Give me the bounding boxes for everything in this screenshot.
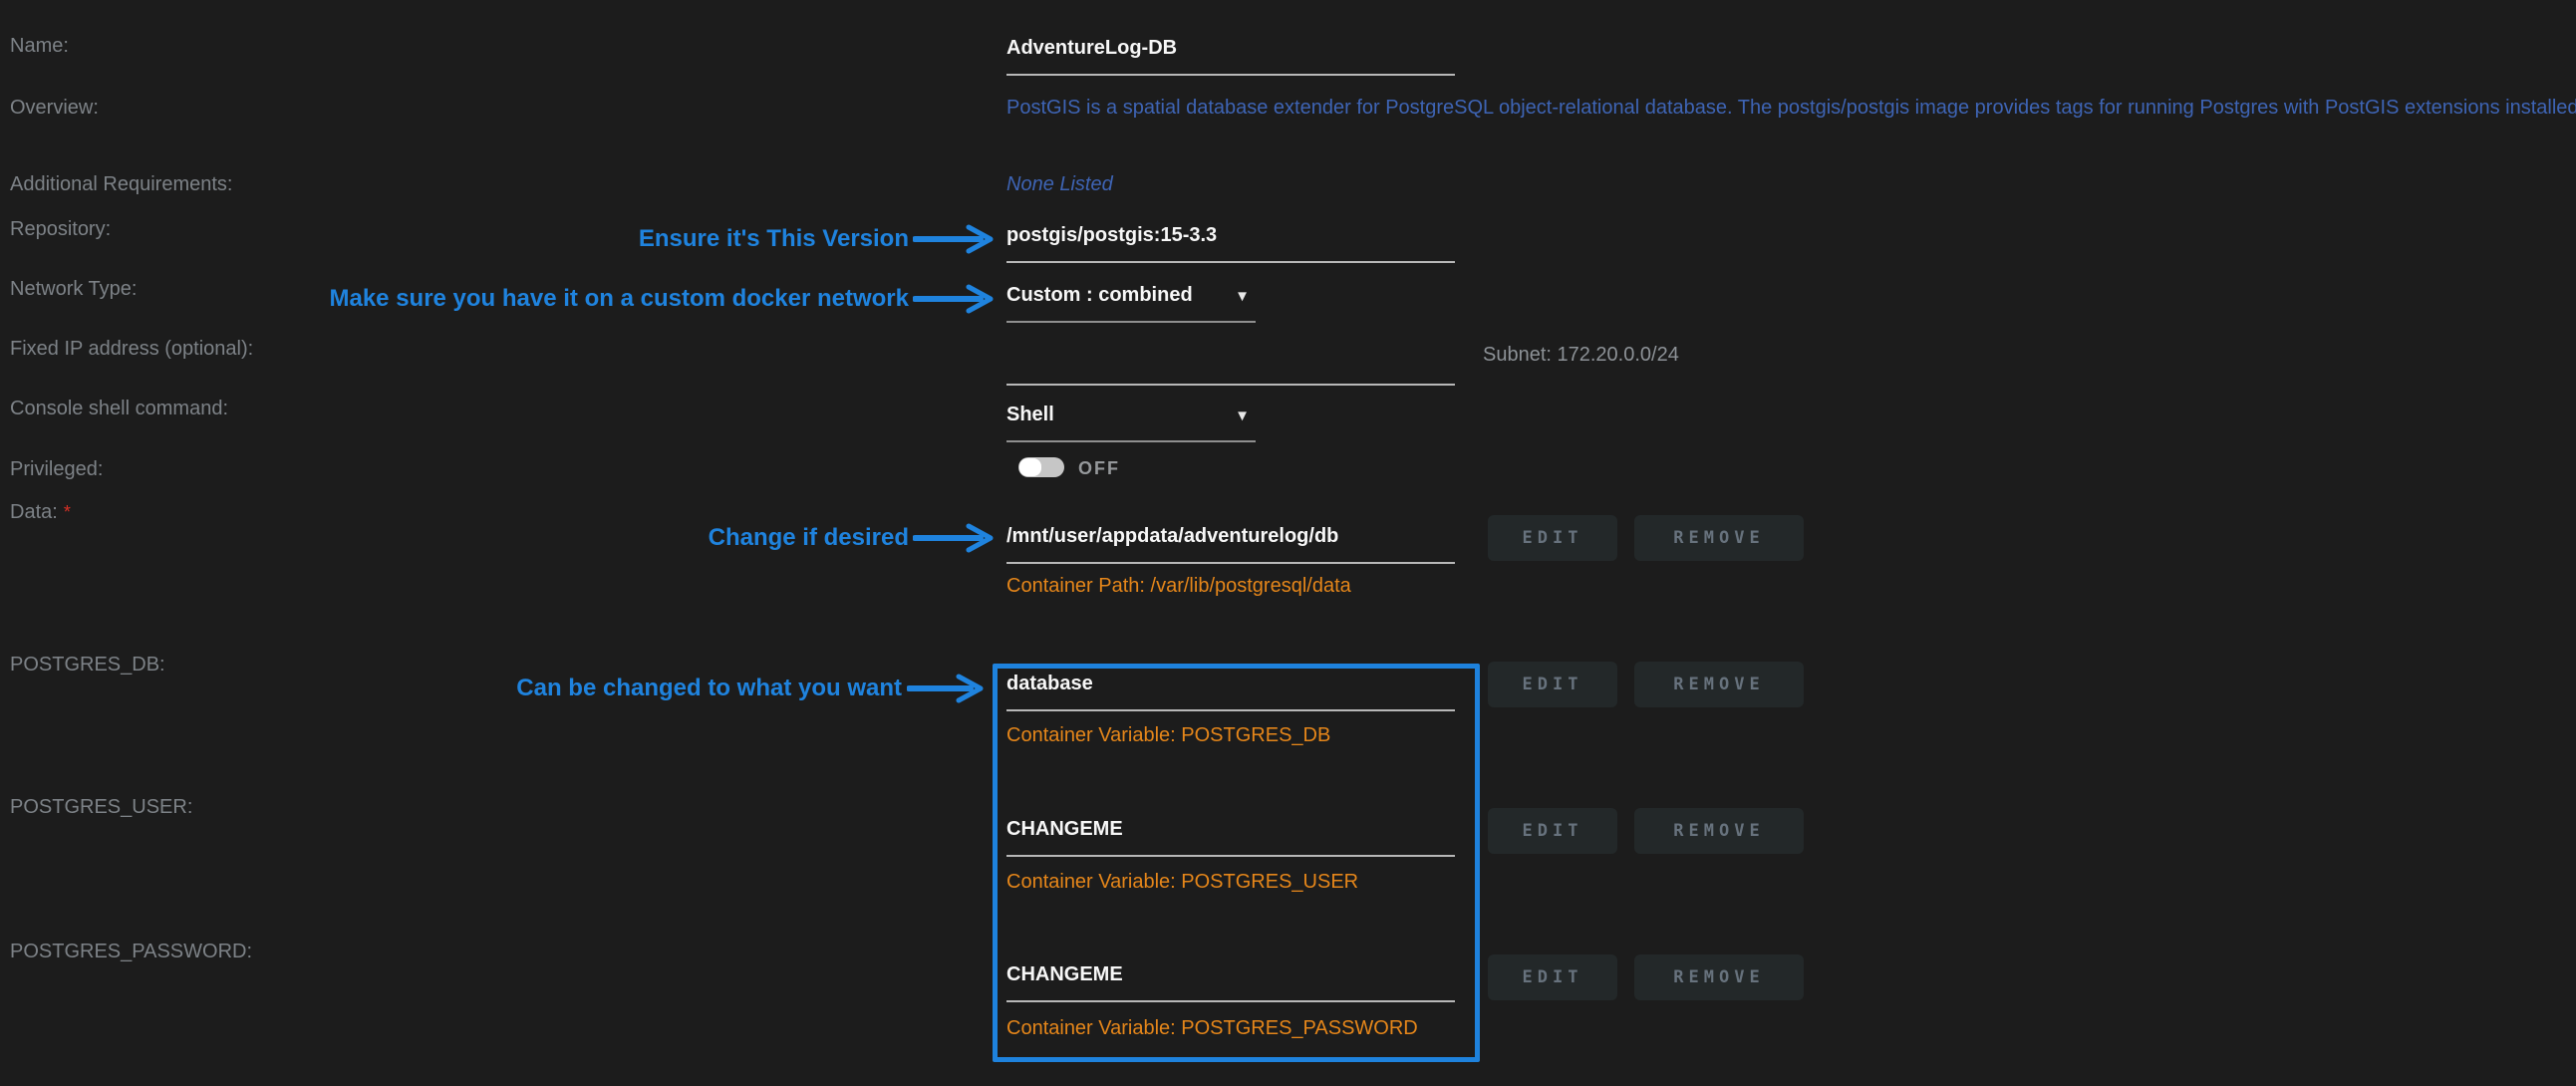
- annotation-arrow-icon: [913, 224, 1004, 254]
- name-label: Name:: [10, 34, 69, 58]
- postgres-password-remove-button[interactable]: REMOVE: [1634, 954, 1804, 1000]
- docker-template-settings-page: Name: Overview: Additional Requirements:…: [0, 0, 2576, 1086]
- annotation-arrow-icon: [913, 284, 1004, 314]
- privileged-toggle[interactable]: [1018, 457, 1064, 477]
- postgres-db-remove-button[interactable]: REMOVE: [1634, 662, 1804, 707]
- privileged-label: Privileged:: [10, 457, 103, 481]
- annotation-change-if-desired: Change if desired: [709, 524, 909, 552]
- console-shell-select[interactable]: Shell ▼: [1006, 403, 1256, 442]
- data-label: Data:*: [10, 500, 71, 524]
- repository-input[interactable]: postgis/postgis:15-3.3: [1006, 223, 1455, 263]
- console-shell-command-label: Console shell command:: [10, 397, 228, 420]
- additional-requirements-value: None Listed: [1006, 172, 1113, 196]
- postgres-db-input[interactable]: database: [1006, 672, 1455, 711]
- required-asterisk: *: [64, 502, 71, 522]
- postgres-user-remove-button[interactable]: REMOVE: [1634, 808, 1804, 854]
- postgres-db-label: POSTGRES_DB:: [10, 653, 165, 677]
- subnet-note: Subnet: 172.20.0.0/24: [1483, 343, 1679, 367]
- fixed-ip-input[interactable]: [1006, 346, 1455, 386]
- postgres-db-value: database: [1006, 672, 1455, 695]
- repository-value: postgis/postgis:15-3.3: [1006, 223, 1455, 247]
- annotation-arrow-icon: [913, 523, 1004, 553]
- postgres-password-value: CHANGEME: [1006, 962, 1455, 986]
- network-type-value: Custom : combined: [1006, 283, 1256, 307]
- postgres-user-container-variable-note: Container Variable: POSTGRES_USER: [1006, 870, 1358, 894]
- data-path-value: /mnt/user/appdata/adventurelog/db: [1006, 524, 1455, 548]
- annotation-custom-network: Make sure you have it on a custom docker…: [329, 285, 909, 313]
- annotation-ensure-version: Ensure it's This Version: [639, 225, 909, 253]
- chevron-down-icon: ▼: [1235, 289, 1250, 304]
- postgres-password-edit-button[interactable]: EDIT: [1488, 954, 1617, 1000]
- postgres-db-edit-button[interactable]: EDIT: [1488, 662, 1617, 707]
- repository-label: Repository:: [10, 217, 111, 241]
- postgres-password-container-variable-note: Container Variable: POSTGRES_PASSWORD: [1006, 1016, 1418, 1040]
- additional-requirements-label: Additional Requirements:: [10, 172, 232, 196]
- console-shell-value: Shell: [1006, 403, 1256, 426]
- overview-text: PostGIS is a spatial database extender f…: [1006, 96, 2576, 120]
- postgres-user-edit-button[interactable]: EDIT: [1488, 808, 1617, 854]
- postgres-db-container-variable-note: Container Variable: POSTGRES_DB: [1006, 723, 1330, 747]
- data-remove-button[interactable]: REMOVE: [1634, 515, 1804, 561]
- name-value: AdventureLog-DB: [1006, 36, 1455, 60]
- postgres-user-label: POSTGRES_USER:: [10, 795, 192, 819]
- data-container-path-note: Container Path: /var/lib/postgresql/data: [1006, 574, 1351, 598]
- chevron-down-icon: ▼: [1235, 408, 1250, 423]
- fixed-ip-label: Fixed IP address (optional):: [10, 337, 253, 361]
- toggle-knob: [1019, 458, 1041, 476]
- annotation-can-be-changed: Can be changed to what you want: [516, 675, 902, 702]
- annotation-arrow-icon: [907, 674, 995, 703]
- network-type-label: Network Type:: [10, 277, 137, 301]
- postgres-user-value: CHANGEME: [1006, 817, 1455, 841]
- postgres-user-input[interactable]: CHANGEME: [1006, 817, 1455, 857]
- postgres-password-label: POSTGRES_PASSWORD:: [10, 940, 252, 963]
- data-edit-button[interactable]: EDIT: [1488, 515, 1617, 561]
- fixed-ip-value: [1006, 346, 1455, 370]
- postgres-password-input[interactable]: CHANGEME: [1006, 962, 1455, 1002]
- privileged-state-label: OFF: [1078, 458, 1120, 478]
- name-input[interactable]: AdventureLog-DB: [1006, 36, 1455, 76]
- network-type-select[interactable]: Custom : combined ▼: [1006, 283, 1256, 323]
- overview-label: Overview:: [10, 96, 99, 120]
- data-path-input[interactable]: /mnt/user/appdata/adventurelog/db: [1006, 524, 1455, 564]
